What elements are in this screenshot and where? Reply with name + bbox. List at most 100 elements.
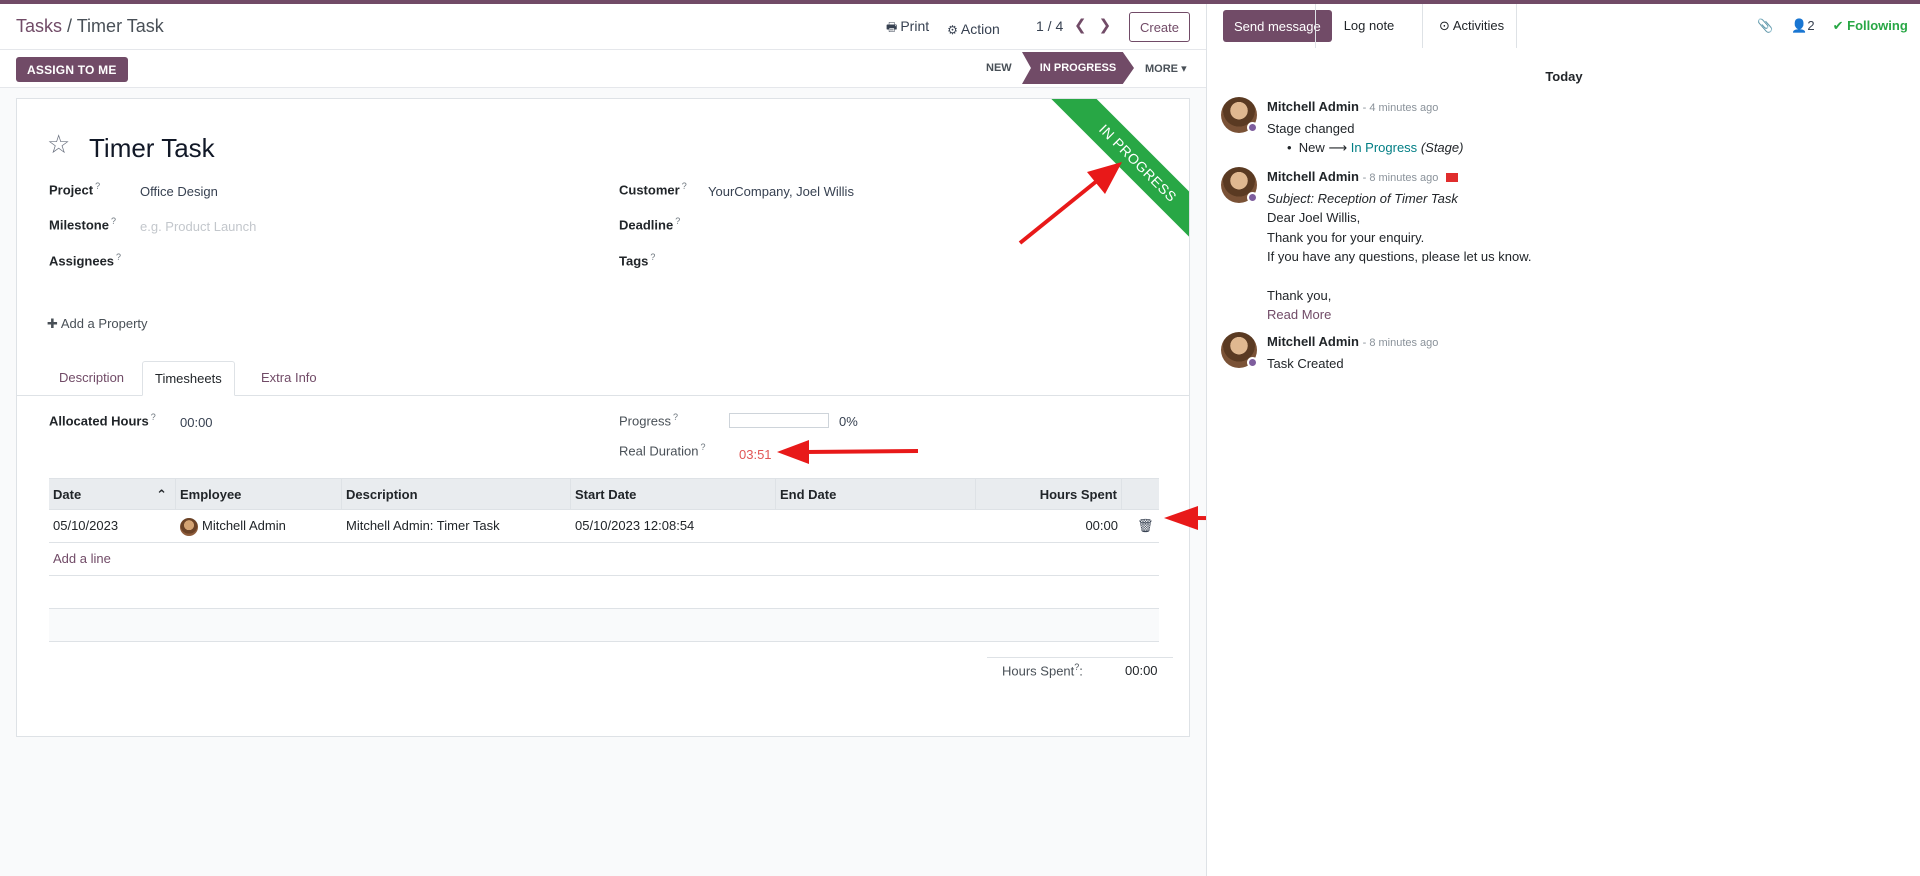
message-author[interactable]: Mitchell Admin [1267, 334, 1359, 349]
allocated-hours-label-text: Allocated Hours [49, 413, 149, 429]
milestone-field[interactable]: e.g. Product Launch [140, 219, 256, 234]
cell-description[interactable]: Mitchell Admin: Timer Task [342, 510, 500, 542]
help-icon[interactable]: ? [682, 181, 687, 191]
help-icon[interactable]: ? [116, 252, 121, 262]
print-button[interactable]: 🖶 Print [886, 18, 929, 39]
progress-label-text: Progress [619, 413, 672, 429]
plus-icon: ✚ [47, 316, 58, 331]
cell-end-date[interactable] [776, 510, 780, 542]
status-dot-icon [1247, 357, 1258, 368]
chatter-topbar-right: 📎 👤2 ✔ Following [1757, 18, 1908, 34]
employee-name: Mitchell Admin [202, 518, 286, 533]
tab-description[interactable]: Description [47, 361, 136, 396]
message-author[interactable]: Mitchell Admin [1267, 99, 1359, 114]
help-icon[interactable]: ? [111, 216, 116, 226]
gear-icon: ⚙ [947, 22, 958, 37]
message-author[interactable]: Mitchell Admin [1267, 169, 1359, 184]
action-button[interactable]: ⚙ Action [947, 21, 1000, 37]
message-line: If you have any questions, please let us… [1267, 249, 1532, 264]
pager-arrows: ❮ ❯ [1074, 16, 1111, 34]
tags-label-text: Tags [619, 253, 649, 269]
help-icon[interactable]: ? [675, 216, 680, 226]
column-end-date[interactable]: End Date [776, 479, 976, 510]
help-icon[interactable]: ? [673, 412, 678, 422]
message-time: - 4 minutes ago [1362, 102, 1439, 114]
assign-to-me-button[interactable]: ASSIGN TO ME [16, 57, 128, 82]
allocated-hours-field[interactable]: 00:00 [180, 415, 213, 430]
read-more-link[interactable]: Read More [1267, 305, 1897, 325]
log-note-button[interactable]: Log note [1315, 4, 1423, 48]
star-icon[interactable]: ☆ [47, 129, 70, 160]
real-duration-label-text: Real Duration [619, 443, 699, 459]
activities-button[interactable]: ⊙ Activities [1427, 4, 1518, 48]
breadcrumb-tasks-link[interactable]: Tasks [16, 16, 62, 36]
empty-row [49, 576, 1159, 609]
project-field[interactable]: Office Design [140, 184, 218, 199]
avatar[interactable] [1221, 332, 1258, 368]
column-date[interactable]: Date ⌃ [49, 479, 176, 510]
tags-label: Tags? [619, 252, 655, 268]
add-line-link[interactable]: Add a line [49, 543, 111, 575]
message-text: Stage changed [1267, 120, 1355, 136]
message-greeting: Dear Joel Willis, [1267, 210, 1361, 225]
tab-timesheets[interactable]: Timesheets [142, 361, 235, 396]
status-ribbon-wrap: IN PROGRESS [1029, 99, 1189, 259]
avatar[interactable] [1221, 167, 1258, 203]
help-icon[interactable]: ? [650, 252, 655, 262]
cell-start-date[interactable]: 05/10/2023 12:08:54 [571, 510, 694, 542]
tab-extra-info[interactable]: Extra Info [249, 361, 329, 396]
column-description[interactable]: Description [342, 479, 571, 510]
avatar[interactable] [1221, 97, 1258, 133]
assignees-label-text: Assignees [49, 253, 115, 269]
following-button[interactable]: ✔ Following [1833, 18, 1908, 34]
empty-row [49, 609, 1159, 642]
envelope-icon[interactable] [1446, 173, 1459, 183]
progress-value: 0% [839, 414, 858, 429]
trash-icon[interactable]: 🗑 [1133, 510, 1154, 542]
cell-date[interactable]: 05/10/2023 [49, 510, 118, 542]
milestone-label-text: Milestone [49, 217, 109, 233]
task-title[interactable]: Timer Task [89, 133, 215, 164]
milestone-label: Milestone? [49, 216, 116, 232]
date-separator: Today [1545, 69, 1583, 84]
chatter-panel: Send message Log note ⊙ Activities 📎 👤2 … [1206, 4, 1920, 876]
help-icon[interactable]: ? [151, 412, 156, 422]
stage-new[interactable]: NEW [986, 62, 1012, 74]
assignees-label: Assignees? [49, 252, 121, 268]
column-hours-spent[interactable]: Hours Spent [976, 479, 1122, 510]
table-row[interactable]: 05/10/2023 Mitchell Admin Mitchell Admin… [49, 510, 1159, 543]
tracking-field: (Stage) [1420, 140, 1464, 155]
deadline-label-text: Deadline [619, 217, 674, 233]
create-button[interactable]: Create [1129, 12, 1190, 42]
column-employee[interactable]: Employee [176, 479, 342, 510]
pager-value[interactable]: 1 / 4 [1036, 18, 1063, 34]
chevron-left-icon[interactable]: ❮ [1074, 16, 1087, 34]
paperclip-icon[interactable]: 📎 [1757, 18, 1773, 34]
breadcrumb-separator: / [67, 16, 73, 36]
form-sheet: IN PROGRESS ☆ Timer Task Project? Office… [16, 98, 1190, 737]
column-start-date[interactable]: Start Date [571, 479, 776, 510]
help-icon[interactable]: ? [701, 442, 706, 452]
chevron-right-icon[interactable]: ❯ [1099, 16, 1112, 34]
status-bar: ASSIGN TO ME NEW IN PROGRESS MORE ▾ [0, 50, 1206, 88]
following-label: Following [1847, 18, 1908, 33]
followers-button[interactable]: 👤2 [1791, 18, 1814, 34]
status-ribbon: IN PROGRESS [1045, 99, 1189, 256]
table-header: Date ⌃ Employee Description Start Date En… [49, 478, 1159, 510]
stage-in-progress[interactable]: IN PROGRESS [1022, 52, 1134, 84]
customer-label: Customer? [619, 181, 687, 197]
sort-up-icon: ⌃ [156, 487, 167, 502]
customer-field[interactable]: YourCompany, Joel Willis [708, 184, 854, 199]
cell-employee[interactable]: Mitchell Admin [176, 510, 286, 542]
total-colon: : [1079, 663, 1083, 679]
add-property-button[interactable]: ✚ Add a Property [47, 316, 148, 332]
tracking-from: New [1298, 140, 1325, 155]
project-label: Project? [49, 181, 100, 197]
message-time: - 8 minutes ago [1362, 172, 1439, 184]
cell-hours-spent[interactable]: 00:00 [976, 510, 1122, 542]
stage-more-dropdown[interactable]: MORE ▾ [1145, 62, 1187, 75]
help-icon[interactable]: ? [95, 181, 100, 191]
caret-down-icon: ▾ [1181, 63, 1187, 75]
action-label: Action [960, 20, 1000, 37]
followers-count: 2 [1807, 18, 1815, 33]
